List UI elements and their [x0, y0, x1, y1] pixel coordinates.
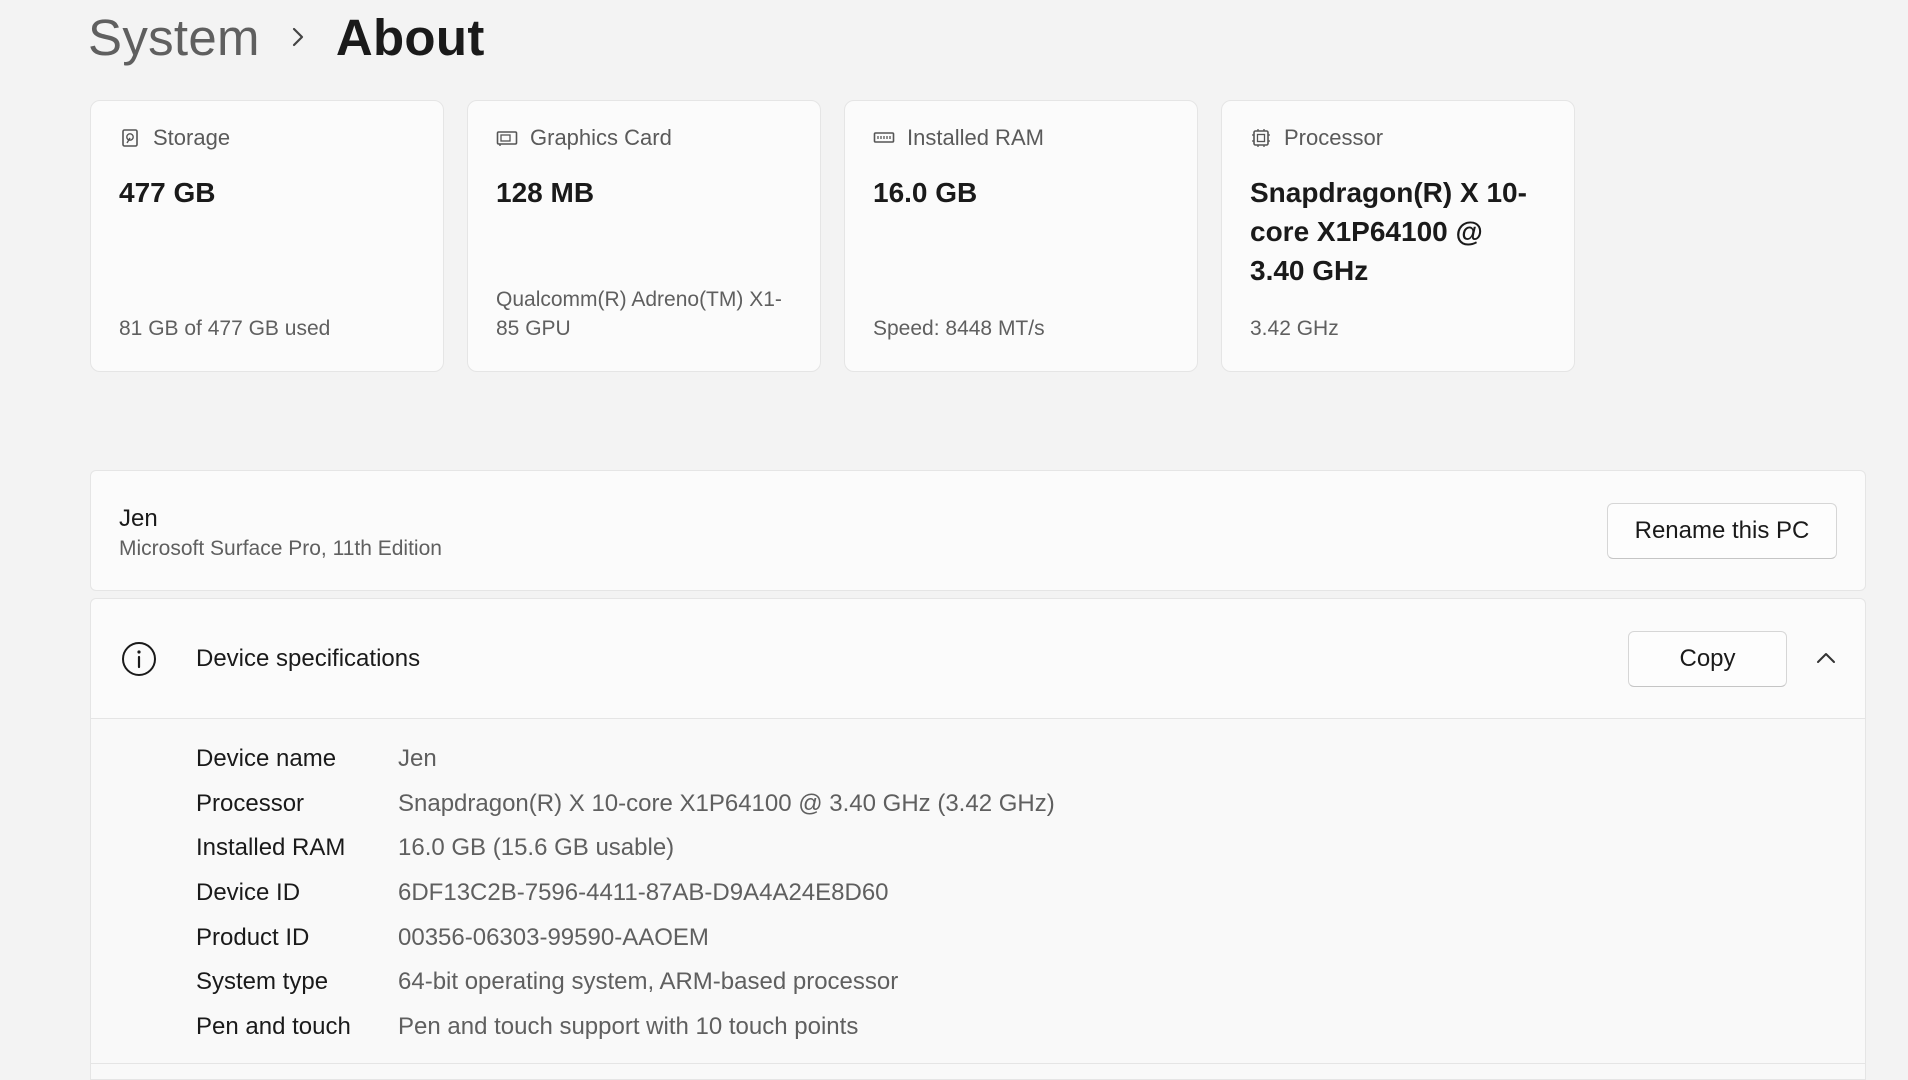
spec-value: 00356-06303-99590-AAOEM: [398, 923, 709, 951]
card-detail: Speed: 8448 MT/s: [873, 317, 1045, 340]
spec-value: 6DF13C2B-7596-4411-87AB-D9A4A24E8D60: [398, 879, 889, 907]
spec-value: Jen: [398, 745, 437, 773]
spec-row-device-id: Device ID 6DF13C2B-7596-4411-87AB-D9A4A2…: [196, 871, 1055, 916]
pc-name-panel: Jen Microsoft Surface Pro, 11th Edition …: [90, 470, 1866, 591]
storage-icon: [119, 127, 141, 149]
card-value: Snapdragon(R) X 10-core X1P64100 @ 3.40 …: [1250, 177, 1527, 286]
breadcrumb-system[interactable]: System: [88, 8, 260, 67]
spec-value: 16.0 GB (15.6 GB usable): [398, 834, 675, 862]
device-specifications-list: Device name Jen Processor Snapdragon(R) …: [196, 737, 1055, 1049]
rename-pc-button[interactable]: Rename this PC: [1607, 503, 1837, 559]
card-value: 128 MB: [496, 177, 595, 208]
spec-label: Product ID: [196, 923, 310, 951]
card-title: Processor: [1284, 125, 1384, 150]
copy-button[interactable]: Copy: [1628, 631, 1787, 687]
spec-row-processor: Processor Snapdragon(R) X 10-core X1P641…: [196, 782, 1055, 827]
spec-label: Installed RAM: [196, 834, 346, 862]
card-title: Installed RAM: [907, 125, 1044, 150]
spec-label: System type: [196, 968, 329, 996]
spec-row-product-id: Product ID 00356-06303-99590-AAOEM: [196, 915, 1055, 960]
device-specifications-title: Device specifications: [196, 645, 421, 672]
breadcrumb: System About: [88, 4, 485, 70]
processor-icon: [1250, 127, 1272, 149]
pc-model: Microsoft Surface Pro, 11th Edition: [119, 537, 442, 560]
spec-label: Device name: [196, 745, 337, 773]
spec-value: Pen and touch support with 10 touch poin…: [398, 1012, 859, 1040]
pc-name: Jen: [119, 505, 158, 532]
card-detail: Qualcomm(R) Adreno(TM) X1-85 GPU: [496, 288, 782, 340]
chevron-up-icon[interactable]: [1813, 645, 1839, 671]
spec-label: Processor: [196, 789, 305, 817]
graphics-card-card: Graphics Card 128 MB Qualcomm(R) Adreno(…: [467, 100, 821, 372]
spec-row-device-name: Device name Jen: [196, 737, 1055, 782]
chevron-right-icon: [286, 25, 310, 49]
device-specifications-panel: Device specifications Copy Device name J…: [90, 598, 1866, 1080]
spec-value: 64-bit operating system, ARM-based proce…: [398, 968, 899, 996]
info-icon: [121, 641, 157, 677]
card-title: Graphics Card: [530, 125, 672, 150]
card-detail: 81 GB of 477 GB used: [119, 317, 331, 340]
processor-card: Processor Snapdragon(R) X 10-core X1P641…: [1221, 100, 1575, 372]
spec-row-system-type: System type 64-bit operating system, ARM…: [196, 960, 1055, 1005]
spec-label: Pen and touch: [196, 1012, 351, 1040]
ram-icon: [873, 127, 895, 149]
spec-row-pen-and-touch: Pen and touch Pen and touch support with…: [196, 1005, 1055, 1050]
page-title: About: [335, 8, 485, 66]
spec-label: Device ID: [196, 879, 301, 907]
device-specifications-header[interactable]: Device specifications Copy: [91, 599, 1865, 719]
ram-card: Installed RAM 16.0 GB Speed: 8448 MT/s: [844, 100, 1198, 372]
divider: [91, 1063, 1865, 1064]
card-value: 16.0 GB: [873, 177, 978, 208]
about-page: System About Storage 477 GB 81 GB of 477…: [0, 0, 1908, 1080]
graphics-card-icon: [496, 127, 518, 149]
card-value: 477 GB: [119, 177, 216, 208]
card-detail: 3.42 GHz: [1250, 317, 1339, 340]
card-title: Storage: [153, 125, 231, 150]
storage-card: Storage 477 GB 81 GB of 477 GB used: [90, 100, 444, 372]
spec-value: Snapdragon(R) X 10-core X1P64100 @ 3.40 …: [398, 789, 1055, 817]
spec-row-installed-ram: Installed RAM 16.0 GB (15.6 GB usable): [196, 826, 1055, 871]
